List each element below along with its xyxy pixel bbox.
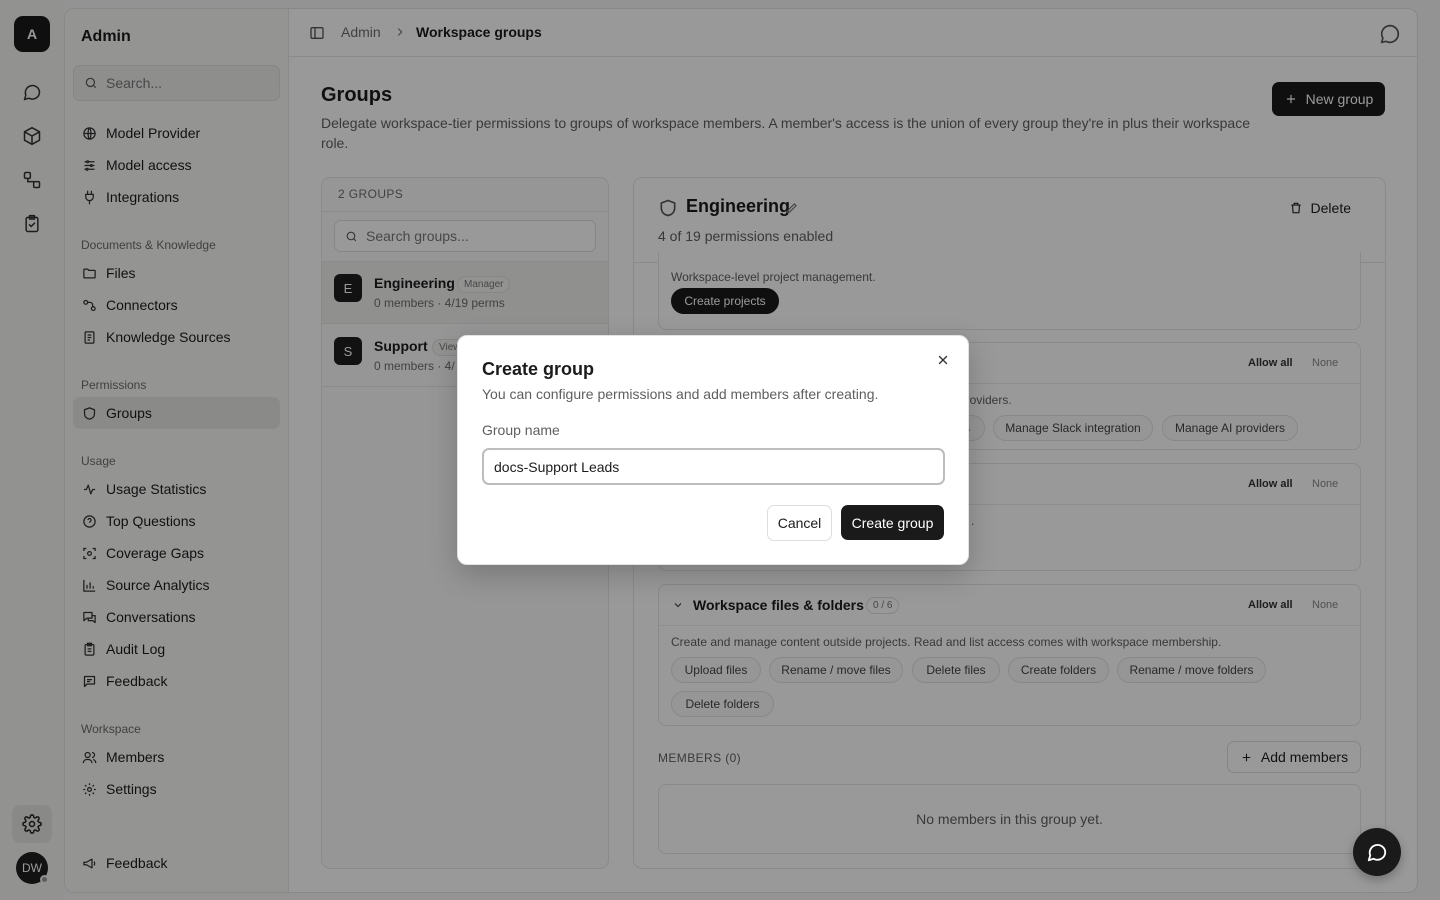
cancel-button[interactable]: Cancel xyxy=(767,505,832,541)
create-group-dialog: Create group You can configure permissio… xyxy=(457,335,969,565)
create-group-button[interactable]: Create group xyxy=(841,505,944,540)
group-name-label: Group name xyxy=(482,422,560,438)
chat-fab-button[interactable] xyxy=(1353,828,1401,876)
group-name-input[interactable] xyxy=(482,448,945,485)
chat-icon xyxy=(1367,843,1387,862)
dialog-title: Create group xyxy=(482,359,595,379)
close-icon[interactable] xyxy=(936,353,950,367)
dialog-subtitle: You can configure permissions and add me… xyxy=(482,386,879,402)
